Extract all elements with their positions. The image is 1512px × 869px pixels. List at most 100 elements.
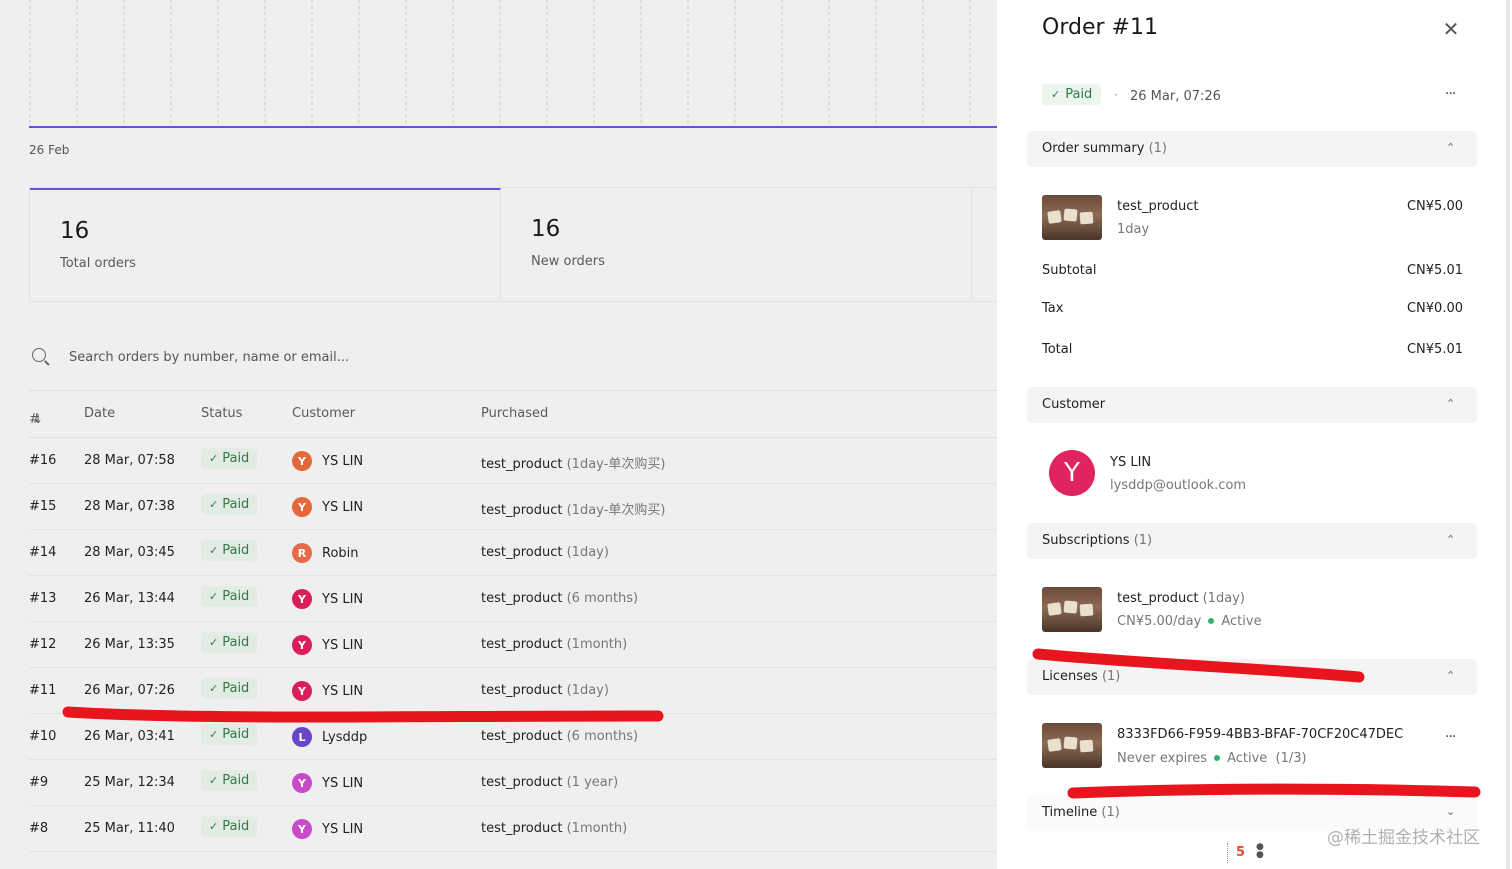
total-value: CN¥5.01 [1406,342,1463,357]
avatar: Y [1049,450,1095,496]
table-row[interactable]: #10 26 Mar, 03:41 ✓ Paid L Lysddp test_product… [29,714,997,760]
order-number: #16 [29,453,57,468]
order-date: 26 Mar, 07:26 [84,683,175,698]
scrollbar[interactable] [1506,0,1510,869]
purchased-cell: test_product (1month) [481,821,628,836]
order-date: 25 Mar, 11:40 [84,821,175,836]
order-number: #12 [29,637,57,652]
orders-chart [29,0,997,130]
check-icon: ✓ [209,728,219,741]
table-row[interactable]: #13 26 Mar, 13:44 ✓ Paid Y YS LIN test_product… [29,576,997,622]
search-bar [29,340,997,376]
table-row[interactable]: #16 28 Mar, 07:58 ✓ Paid Y YS LIN test_product… [29,438,997,484]
active-status-dot [1214,755,1221,761]
section-subscriptions[interactable]: Subscriptions (1) ⌃ [1027,523,1477,559]
column-purchased: Purchased [481,406,549,421]
table-header: # ↓ Date Status Customer Purchased [29,406,549,427]
total-label: Total [1042,342,1073,357]
panel-title: Order #11 [1042,15,1158,40]
customer-cell: Y YS LIN [292,589,363,609]
license-meta: Never expires Active (1/3) [1117,751,1307,766]
status-badge: ✓ Paid [201,586,258,607]
watermark: @稀土掘金技术社区 [1327,828,1480,848]
section-order-summary[interactable]: Order summary (1) ⌃ [1027,131,1477,167]
status-badge: ✓ Paid [201,678,258,699]
dots-icon[interactable]: ● ● [1256,843,1264,860]
separator: · [1114,88,1118,102]
search-input[interactable] [69,346,669,368]
html5-icon[interactable]: 5 [1236,845,1245,860]
customer-name: YS LIN [1110,455,1152,470]
stat-value: 16 [60,218,90,244]
floating-toolbar: 5 ● ● [1227,843,1268,863]
order-number: #10 [29,729,57,744]
chart-x-label: 26 Feb [29,143,70,157]
chevron-up-icon[interactable]: ⌃ [1446,141,1455,154]
search-icon [32,348,46,362]
chevron-up-icon[interactable]: ⌃ [1446,533,1455,546]
check-icon: ✓ [1051,88,1061,101]
table-row[interactable]: #15 28 Mar, 07:38 ✓ Paid Y YS LIN test_product… [29,484,997,530]
purchased-cell: test_product (1day-单次购买) [481,503,666,518]
customer-email[interactable]: lysddp@outlook.com [1110,478,1246,493]
check-icon: ✓ [209,452,219,465]
divider [29,390,997,391]
chevron-up-icon[interactable]: ⌃ [1446,669,1455,682]
tax-value: CN¥0.00 [1406,301,1463,316]
stats-row: 16 Total orders 16 New orders [29,187,997,302]
section-customer[interactable]: Customer ⌃ [1027,387,1477,423]
check-icon: ✓ [209,774,219,787]
table-row[interactable]: #14 28 Mar, 03:45 ✓ Paid R Robin test_product … [29,530,997,576]
chart-svg [29,0,997,128]
chevron-down-icon[interactable]: ⌄ [1446,805,1455,818]
check-icon: ✓ [209,682,219,695]
stat-card-new-orders[interactable]: 16 New orders [501,188,972,301]
avatar: Y [292,681,312,701]
section-licenses[interactable]: Licenses (1) ⌃ [1027,659,1477,695]
check-icon: ✓ [209,590,219,603]
avatar: Y [292,819,312,839]
subscription-title[interactable]: test_product (1day) [1117,591,1245,606]
purchased-cell: test_product (6 months) [481,729,639,744]
close-icon[interactable]: ✕ [1442,19,1460,39]
table-row[interactable]: #11 26 Mar, 07:26 ✓ Paid Y YS LIN test_product… [29,668,997,714]
table-row[interactable]: #9 25 Mar, 12:34 ✓ Paid Y YS LIN test_product … [29,760,997,806]
status-badge: ✓ Paid [201,448,258,469]
check-icon: ✓ [209,544,219,557]
order-date: 26 Mar, 03:41 [84,729,175,744]
stat-card-total-orders[interactable]: 16 Total orders [30,188,501,301]
purchased-cell: test_product (1day-单次购买) [481,457,666,472]
purchased-cell: test_product (6 months) [481,591,639,606]
order-date: 25 Mar, 12:34 [84,775,175,790]
order-date: 26 Mar, 13:44 [84,591,175,606]
status-badge: ✓ Paid [201,540,258,561]
customer-cell: Y YS LIN [292,635,363,655]
avatar: Y [292,773,312,793]
more-options-icon[interactable]: ··· [1445,86,1456,102]
chevron-up-icon[interactable]: ⌃ [1446,397,1455,410]
purchased-cell: test_product (1 year) [481,775,619,790]
avatar: R [292,543,312,563]
order-detail-panel: Order #11 ✕ ✓ Paid · 26 Mar, 07:26 ··· Or… [997,0,1512,869]
order-date: 26 Mar, 07:26 [1130,89,1221,104]
table-row[interactable]: #12 26 Mar, 13:35 ✓ Paid Y YS LIN test_product… [29,622,997,668]
orders-page: 26 Feb 16 Total orders 16 New orders #↓ … [0,0,997,869]
stat-label: Total orders [60,256,136,271]
summary-item-price: CN¥5.00 [1406,199,1463,214]
sort-down-icon[interactable]: ↓ [33,412,43,426]
check-icon: ✓ [209,820,219,833]
status-badge: ✓ Paid [201,724,258,745]
license-key[interactable]: 8333FD66-F959-4BB3-BFAF-70CF20C47DEC [1117,727,1403,742]
stat-value: 16 [531,216,561,242]
status-badge: ✓ Paid [201,816,258,837]
table-row[interactable]: #8 25 Mar, 11:40 ✓ Paid Y YS LIN test_product … [29,806,997,852]
order-date: 26 Mar, 13:35 [84,637,175,652]
license-more-options-icon[interactable]: ··· [1445,729,1456,745]
order-number: #8 [29,821,49,836]
customer-cell: Y YS LIN [292,497,363,517]
purchased-cell: test_product (1day) [481,683,609,698]
order-number: #14 [29,545,57,560]
avatar: Y [292,497,312,517]
subtotal-value: CN¥5.01 [1406,263,1463,278]
check-icon: ✓ [209,498,219,511]
